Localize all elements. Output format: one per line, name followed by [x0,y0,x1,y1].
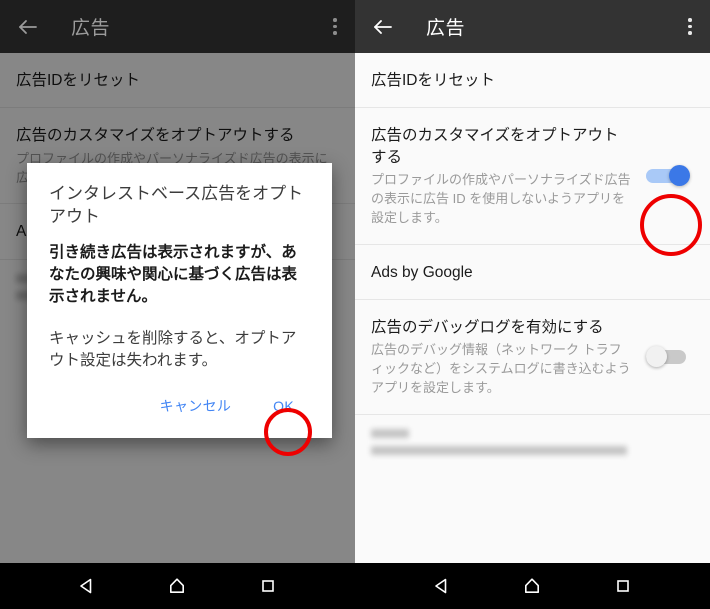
nav-home-icon[interactable] [167,576,187,596]
blurred-label [371,428,409,438]
dot [333,31,337,35]
ok-button[interactable]: OK [263,390,304,422]
row-reset-ad-id[interactable]: 広告IDをリセット [355,53,710,109]
dual-screenshot-comparison: 広告 広告IDをリセット 広告のカスタマイズをオプトアウトする プロファイルの作… [0,0,710,609]
row-subtitle: プロファイルの作成やパーソナライズド広告の表示に広告 ID を使用しないようアプ… [371,172,631,225]
dot [688,24,692,29]
blurred-value [371,445,627,455]
nav-recents-square-icon[interactable] [613,576,633,596]
nav-home-icon[interactable] [522,576,542,596]
row-ads-by-google[interactable]: Ads by Google [355,244,710,301]
dialog-action-bar: キャンセル OK [49,388,310,430]
row-enable-ads-debug-log[interactable]: 広告のデバッグログを有効にする 広告のデバッグ情報（ネットワーク トラフィックな… [355,300,710,415]
opt-out-toggle[interactable] [646,165,692,187]
phone-screen-left: 広告 広告IDをリセット 広告のカスタマイズをオプトアウトする プロファイルの作… [0,0,355,609]
more-vert-icon[interactable] [333,18,337,35]
android-navigation-bar-left [0,563,355,609]
row-subtitle: 広告のデバッグ情報（ネットワーク トラフィックなど）をシステムログに書き込むよう… [371,342,631,396]
dot [688,18,692,22]
android-navigation-bar-right [355,563,710,609]
dot [333,18,337,22]
row-title: 広告のデバッグログを有効にする [371,319,604,337]
dialog-message-secondary: キャッシュを削除すると、オプトアウト設定は失われます。 [49,330,297,370]
redacted-ad-id-block-right [355,415,710,471]
more-vert-icon[interactable] [688,18,692,35]
toggle-thumb [646,345,667,367]
nav-back-triangle-icon[interactable] [432,576,452,596]
opt-out-confirmation-dialog: インタレストベース広告をオプトアウト 引き続き広告は表示されますが、あなたの興味… [27,163,332,439]
row-title: 広告のカスタマイズをオプトアウトする [371,127,619,166]
dot [333,24,337,29]
settings-list-left: 広告IDをリセット 広告のカスタマイズをオプトアウトする プロファイルの作成やパ… [0,53,355,563]
settings-list-right: 広告IDをリセット 広告のカスタマイズをオプトアウトする プロファイルの作成やパ… [355,53,710,563]
dot [688,31,692,35]
arrow-left-icon[interactable] [16,15,40,39]
nav-recents-square-icon[interactable] [258,576,278,596]
dialog-title: インタレストベース広告をオプトアウト [49,184,304,226]
app-bar-left: 広告 [0,0,355,53]
arrow-left-icon[interactable] [371,15,395,39]
row-title: 広告IDをリセット [371,72,496,89]
debug-log-toggle[interactable] [646,345,692,368]
app-bar-right: 広告 [355,0,710,53]
toggle-thumb [669,165,690,187]
page-title: 広告 [426,18,466,39]
dialog-message-primary: 引き続き広告は表示されますが、あなたの興味や関心に基づく広告は表示されません。 [49,244,298,306]
row-opt-out-ads-personalization[interactable]: 広告のカスタマイズをオプトアウトする プロファイルの作成やパーソナライズド広告の… [355,108,710,245]
page-title: 広告 [71,18,111,39]
cancel-button[interactable]: キャンセル [150,388,242,424]
phone-screen-right: 広告 広告IDをリセット 広告のカスタマイズをオプトアウトする プロファイルの作… [355,0,710,609]
row-title: Ads by Google [371,263,473,281]
nav-back-triangle-icon[interactable] [77,576,97,596]
